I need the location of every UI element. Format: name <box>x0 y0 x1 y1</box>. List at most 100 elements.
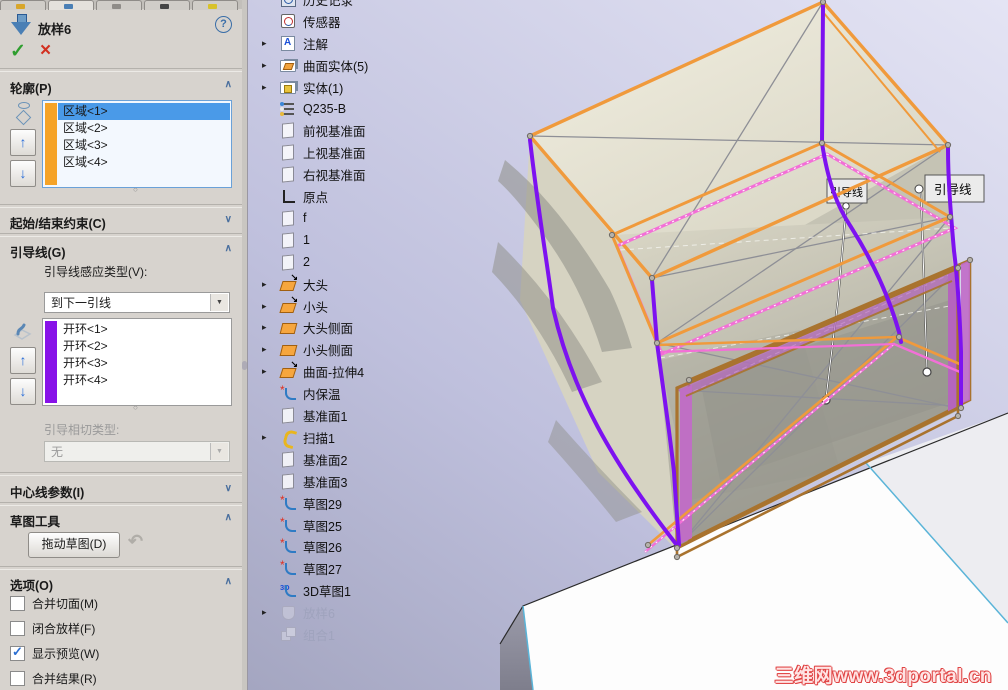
tree-item-3d-sketch1[interactable]: ▸3D草图1 <box>262 579 351 601</box>
tree-item-origin[interactable]: ▸原点 <box>262 185 328 207</box>
guide-influence-dropdown[interactable]: 到下一引线 ▼ <box>44 292 230 313</box>
checkbox-show-preview[interactable]: ✓ 显示预览(W) <box>10 644 99 662</box>
divider <box>0 566 242 570</box>
section-guides-header[interactable]: 引导线(G) ∧ <box>0 240 242 260</box>
list-item-region1[interactable]: 区域<1> <box>58 103 230 120</box>
tree-item-solid-bodies[interactable]: ▸ 实体(1) <box>262 76 343 98</box>
list-item-region4[interactable]: 区域<4> <box>58 154 230 171</box>
surface-feature-icon <box>280 359 298 379</box>
ok-button[interactable]: ✓ <box>10 40 26 63</box>
checkbox-merge-tangent-faces[interactable]: ✓ 合并切面(M) <box>10 595 98 612</box>
divider <box>0 502 242 506</box>
plane-icon <box>280 166 298 182</box>
tree-item-ref-plane1[interactable]: ▸基准面1 <box>262 404 347 426</box>
checkbox-box[interactable]: ✓ <box>10 644 25 661</box>
tree-item-loft6[interactable]: ▸ 放样6 <box>262 601 335 623</box>
plane-icon <box>280 210 298 226</box>
tab-icon-2 <box>64 4 73 9</box>
sketch-icon <box>280 515 298 533</box>
tab-icon-5 <box>208 4 217 9</box>
list-resize-handle[interactable]: ○ <box>133 403 138 412</box>
chevron-up-icon: ∧ <box>224 79 232 90</box>
property-manager-panel: 放样6 ? ✓ × 轮廓(P) ∧ ↑ ↓ 区域<1> 区域<2> 区域<3> … <box>0 0 243 690</box>
tree-item-sketch25[interactable]: ▸草图25 <box>262 514 342 536</box>
move-profile-up-button[interactable]: ↑ <box>10 129 36 156</box>
panel-tab-4[interactable] <box>144 0 190 10</box>
tree-item-surface-extrude4[interactable]: ▸曲面-拉伸4 <box>262 359 364 382</box>
plane-icon <box>280 254 298 270</box>
plane-icon <box>280 232 298 248</box>
tree-item-plane-2[interactable]: ▸2 <box>262 251 310 273</box>
tree-item-ref-plane2[interactable]: ▸基准面2 <box>262 448 347 470</box>
tree-item-combine1[interactable]: ▸组合1 <box>262 623 335 645</box>
plane-icon <box>280 473 298 489</box>
list-item-region2[interactable]: 区域<2> <box>58 120 230 137</box>
plane-icon <box>280 144 298 160</box>
tree-item-big-end[interactable]: ▸大头 <box>262 272 328 295</box>
section-profiles-header[interactable]: 轮廓(P) ∧ <box>0 76 242 96</box>
section-startend-header[interactable]: 起始/结束约束(C) ∨ <box>0 211 242 231</box>
profile-selector-icon <box>14 101 34 125</box>
profile-color-bar <box>45 103 57 185</box>
list-item-openloop2[interactable]: 开环<2> <box>58 338 230 355</box>
drag-sketch-button[interactable]: 拖动草图(D) <box>28 532 120 558</box>
tree-item-small-end-side[interactable]: ▸ 小头侧面 <box>262 338 353 360</box>
list-item-openloop4[interactable]: 开环<4> <box>58 372 230 389</box>
plane-icon <box>280 122 298 138</box>
divider <box>0 68 242 72</box>
divider <box>0 204 242 208</box>
splitter-handle[interactable] <box>242 361 247 370</box>
section-centerline-header[interactable]: 中心线参数(I) ∨ <box>0 480 242 500</box>
panel-splitter[interactable] <box>242 0 248 690</box>
list-item-region3[interactable]: 区域<3> <box>58 137 230 154</box>
tree-item-plane-f[interactable]: ▸f <box>262 207 306 229</box>
divider <box>0 233 242 237</box>
move-guide-up-button[interactable]: ↑ <box>10 347 36 374</box>
guide-curve-icon <box>13 323 32 340</box>
checkbox-box[interactable]: ✓ <box>10 671 25 686</box>
sketch-icon <box>280 493 298 511</box>
tree-item-sketch26[interactable]: ▸草图26 <box>262 535 342 557</box>
help-icon[interactable]: ? <box>215 16 232 33</box>
move-profile-down-button[interactable]: ↓ <box>10 160 36 187</box>
checkbox-close-loft[interactable]: ✓ 闭合放样(F) <box>10 620 95 637</box>
tree-item-ref-plane3[interactable]: ▸基准面3 <box>262 470 347 492</box>
panel-tab-2[interactable] <box>48 0 94 10</box>
tree-item-inner-insulation[interactable]: ▸内保温 <box>262 382 341 404</box>
section-options-header[interactable]: 选项(O) ∧ <box>0 573 242 593</box>
tree-item-surface-bodies[interactable]: ▸ 曲面实体(5) <box>262 54 368 76</box>
tree-item-sketch29[interactable]: ▸草图29 <box>262 492 342 514</box>
tree-item-right-plane[interactable]: ▸右视基准面 <box>262 163 366 185</box>
tree-item-history[interactable]: ▸历史记录 <box>262 0 353 10</box>
guide-influence-label: 引导线感应类型(V): <box>44 265 148 279</box>
list-resize-handle[interactable]: ○ <box>133 185 138 194</box>
checkbox-box[interactable]: ✓ <box>10 621 25 636</box>
list-item-openloop1[interactable]: 开环<1> <box>58 321 230 338</box>
sweep-icon <box>280 429 298 445</box>
surface-bodies-folder-icon <box>280 57 298 73</box>
tree-item-sensors[interactable]: ▸传感器 <box>262 10 341 32</box>
chevron-up-icon: ∧ <box>224 512 232 523</box>
tree-item-big-end-side[interactable]: ▸ 大头侧面 <box>262 316 353 338</box>
section-sketchtools-header[interactable]: 草图工具 ∧ <box>0 509 242 529</box>
panel-tab-1[interactable] <box>0 0 46 10</box>
checkbox-merge-result[interactable]: ✓ 合并结果(R) <box>10 670 97 687</box>
guides-list[interactable]: 开环<1> 开环<2> 开环<3> 开环<4> <box>42 318 232 406</box>
guide-tangency-label: 引导相切类型: <box>44 423 120 437</box>
tree-item-small-end[interactable]: ▸小头 <box>262 294 328 317</box>
list-item-openloop3[interactable]: 开环<3> <box>58 355 230 372</box>
profiles-list[interactable]: 区域<1> 区域<2> 区域<3> 区域<4> <box>42 100 232 188</box>
panel-tab-5[interactable] <box>192 0 238 10</box>
tree-item-top-plane[interactable]: ▸上视基准面 <box>262 141 366 163</box>
tree-item-annotations[interactable]: ▸注解 <box>262 32 328 54</box>
tree-item-plane-1[interactable]: ▸1 <box>262 229 310 251</box>
tree-item-sweep1[interactable]: ▸ 扫描1 <box>262 426 335 448</box>
move-guide-down-button[interactable]: ↓ <box>10 378 36 405</box>
checkbox-box[interactable]: ✓ <box>10 596 25 611</box>
tree-item-sketch27[interactable]: ▸草图27 <box>262 557 342 579</box>
tree-item-front-plane[interactable]: ▸前视基准面 <box>262 119 366 141</box>
cancel-button[interactable]: × <box>40 40 51 62</box>
undo-icon[interactable]: ↶ <box>128 531 143 552</box>
tree-item-material[interactable]: ▸Q235-B <box>262 98 346 120</box>
panel-tab-3[interactable] <box>96 0 142 10</box>
